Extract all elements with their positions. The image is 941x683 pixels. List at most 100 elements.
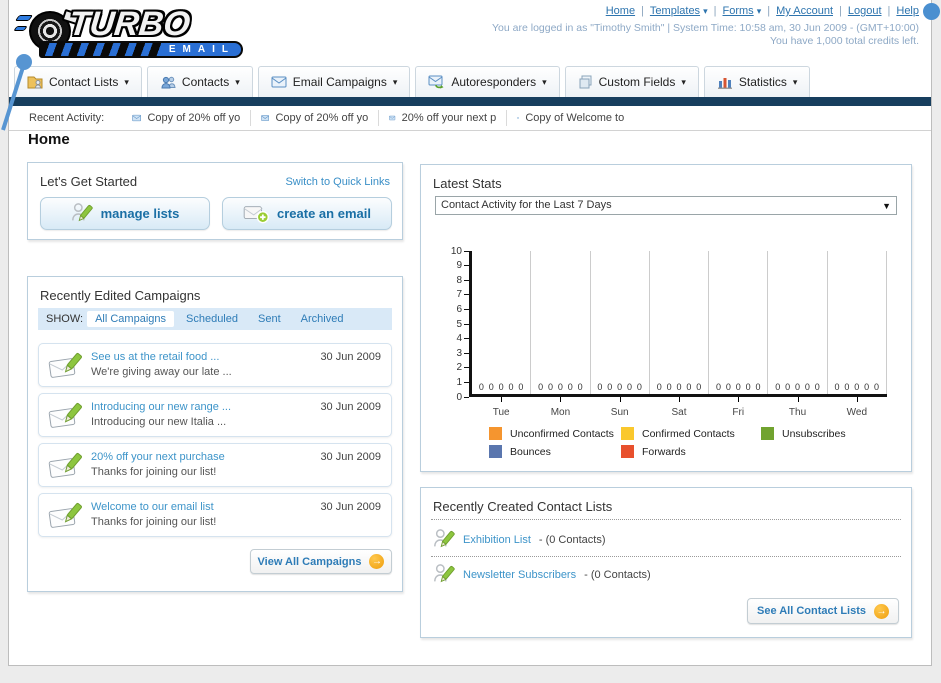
- stats-period-dropdown[interactable]: Contact Activity for the Last 7 Days ▼: [435, 196, 897, 215]
- chart-legend: Unconfirmed Contacts Confirmed Contacts Un…: [489, 427, 901, 458]
- recent-activity-item[interactable]: 20% off your next p: [378, 110, 506, 126]
- separator: |: [713, 5, 717, 17]
- campaign-card[interactable]: 20% off your next purchase Thanks for jo…: [38, 443, 392, 487]
- y-axis-tick: 1: [456, 377, 469, 388]
- campaign-title-link[interactable]: Welcome to our email list: [91, 501, 214, 513]
- chart-day-group: 0 0 0 0 0 Tue: [472, 251, 532, 418]
- person-pencil-icon: [434, 564, 455, 583]
- logo-text-email: EMAIL: [168, 44, 235, 55]
- tab-label: Contact Lists: [49, 75, 119, 89]
- legend-item: Bounces: [489, 445, 621, 458]
- filter-sent[interactable]: Sent: [250, 311, 289, 327]
- filter-archived[interactable]: Archived: [293, 311, 352, 327]
- y-axis-tick: 3: [456, 348, 469, 359]
- nav-my-account-link[interactable]: My Account: [776, 5, 833, 17]
- chart-day-group: 0 0 0 0 0 Fri: [709, 251, 769, 418]
- latest-stats-panel: Latest Stats Contact Activity for the La…: [420, 164, 912, 472]
- legend-label: Unsubscribes: [782, 427, 846, 440]
- recent-activity-label: Recent Activity:: [29, 112, 105, 124]
- logo-text-turbo: TURBO: [67, 5, 192, 43]
- x-axis-label: Sat: [671, 407, 687, 418]
- contact-list-row[interactable]: Exhibition List - (0 Contacts): [433, 525, 606, 555]
- manage-lists-button[interactable]: manage lists: [40, 197, 210, 230]
- nav-logout-link[interactable]: Logout: [848, 5, 882, 17]
- campaign-card[interactable]: See us at the retail food ... We're givi…: [38, 343, 392, 387]
- see-all-contact-lists-label: See All Contact Lists: [756, 605, 866, 617]
- recent-activity-item[interactable]: Copy of 20% off yo: [122, 110, 250, 126]
- custom-fields-pages-icon: [579, 75, 592, 89]
- envelope-pencil-icon: [48, 502, 82, 528]
- show-label: SHOW:: [46, 313, 84, 325]
- tab-contacts[interactable]: Contacts ▾: [146, 66, 253, 97]
- contact-list-row[interactable]: Newsletter Subscribers - (0 Contacts): [433, 560, 651, 590]
- tab-label: Statistics: [738, 75, 787, 89]
- logo-email-bar: EMAIL: [39, 41, 243, 58]
- recent-activity-item[interactable]: Copy of Welcome to: [506, 110, 634, 126]
- x-axis-label: Fri: [732, 407, 745, 418]
- flame-icon: [13, 26, 28, 31]
- campaign-title-link[interactable]: Introducing our new range ...: [91, 401, 231, 413]
- nav-forms-link[interactable]: Forms: [723, 5, 754, 17]
- dropdown-arrow-icon: ▾: [392, 76, 398, 87]
- recent-activity-item-label: Copy of 20% off yo: [275, 112, 369, 124]
- tab-autoresponders[interactable]: Autoresponders ▾: [415, 66, 560, 97]
- envelope-pencil-icon: [48, 402, 82, 428]
- bar-value-labels: 00000: [597, 382, 642, 392]
- x-axis-tick: [501, 397, 503, 402]
- campaign-card[interactable]: Introducing our new range ... Introducin…: [38, 393, 392, 437]
- legend-item: Unconfirmed Contacts: [489, 427, 621, 440]
- x-axis-tick: [560, 397, 562, 402]
- separator: |: [887, 5, 891, 17]
- view-all-campaigns-label: View All Campaigns: [257, 555, 362, 568]
- contact-list-count: - (0 Contacts): [538, 534, 606, 546]
- nav-help-link[interactable]: Help: [896, 5, 919, 17]
- tab-statistics[interactable]: Statistics ▾: [703, 66, 811, 97]
- bar-value-labels: 00000: [715, 382, 761, 392]
- recent-activity-item[interactable]: Copy of 20% off yo: [250, 110, 378, 126]
- stats-period-value: Contact Activity for the Last 7 Days: [441, 199, 612, 211]
- legend-swatch: [489, 445, 502, 458]
- y-axis-tick: 0: [456, 392, 469, 403]
- switch-to-quick-links[interactable]: Switch to Quick Links: [285, 176, 390, 188]
- contact-list-name-link[interactable]: Exhibition List: [463, 534, 531, 546]
- y-axis-tick: 4: [456, 333, 469, 344]
- view-all-campaigns-button[interactable]: View All Campaigns →: [250, 549, 392, 574]
- bar-value-labels: 00000: [834, 382, 880, 392]
- recently-edited-campaigns-panel: Recently Edited Campaigns SHOW: All Camp…: [27, 276, 403, 592]
- envelope-plus-icon: [243, 205, 269, 223]
- x-axis-tick: [856, 397, 858, 402]
- select-arrow-icon: ▼: [882, 201, 891, 211]
- arrow-circle-icon: →: [369, 554, 385, 569]
- person-pencil-icon: [434, 529, 455, 548]
- tab-custom-fields[interactable]: Custom Fields ▾: [564, 66, 699, 97]
- chart-day-group: 0 0 0 0 0 Thu: [768, 251, 828, 418]
- campaign-title-link[interactable]: See us at the retail food ...: [91, 351, 219, 363]
- recent-activity-item-label: Copy of Welcome to: [525, 112, 625, 124]
- filter-scheduled[interactable]: Scheduled: [178, 311, 246, 327]
- y-axis-tick: 8: [456, 275, 469, 286]
- contact-list-name-link[interactable]: Newsletter Subscribers: [463, 569, 576, 581]
- get-started-panel: Let's Get Started Switch to Quick Links …: [27, 162, 403, 240]
- see-all-contact-lists-button[interactable]: See All Contact Lists →: [747, 598, 899, 624]
- contact-lists-title: Recently Created Contact Lists: [433, 499, 613, 514]
- tab-email-campaigns[interactable]: Email Campaigns ▾: [257, 66, 411, 97]
- y-axis-tick: 2: [456, 362, 469, 373]
- tab-label: Autoresponders: [451, 75, 537, 89]
- callout-pin-icon: [1, 54, 32, 131]
- envelope-pencil-icon: [48, 452, 82, 478]
- campaign-card[interactable]: Welcome to our email list Thanks for joi…: [38, 493, 392, 537]
- campaign-date: 30 Jun 2009: [320, 501, 381, 513]
- dropdown-arrow-icon: ▾: [235, 76, 240, 87]
- nav-templates-link[interactable]: Templates: [650, 5, 700, 17]
- filter-all-campaigns[interactable]: All Campaigns: [87, 311, 174, 327]
- campaign-date: 30 Jun 2009: [320, 351, 381, 363]
- page-title: Home: [28, 131, 70, 148]
- chart-day-group: 0 0 0 0 0 Mon: [531, 251, 591, 418]
- create-email-button[interactable]: create an email: [222, 197, 392, 230]
- dropdown-arrow-icon: ▾: [124, 76, 129, 87]
- separator: |: [641, 5, 644, 17]
- get-started-title: Let's Get Started: [40, 174, 138, 189]
- nav-home-link[interactable]: Home: [606, 5, 635, 17]
- campaign-title-link[interactable]: 20% off your next purchase: [91, 451, 225, 463]
- top-navigation: Home | Templates ▾ | Forms ▾ | My Account | Logo…: [606, 5, 919, 17]
